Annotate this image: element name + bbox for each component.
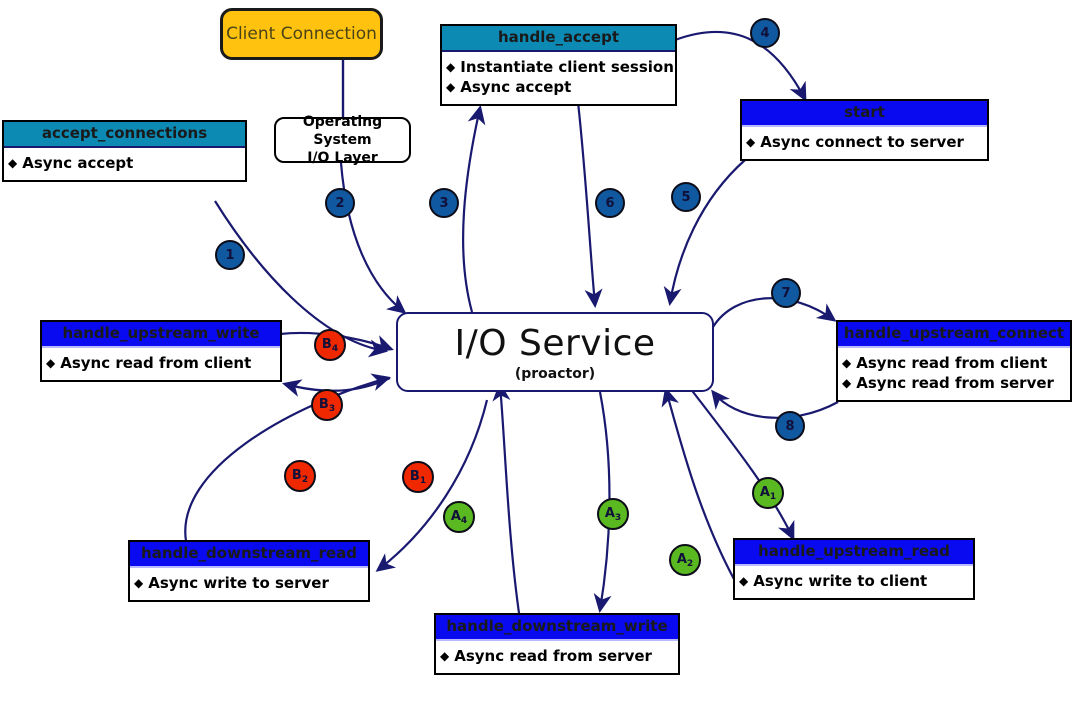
- step-badge-3[interactable]: 3: [429, 188, 459, 218]
- list-item: ◆ Async accept: [8, 154, 134, 172]
- step-badge-b1[interactable]: B1: [402, 461, 434, 493]
- diamond-bullet-icon: ◆: [134, 576, 144, 590]
- operating-system-io-layer-node[interactable]: Operating System I/O Layer: [274, 114, 411, 166]
- handle-upstream-write-title: handle_upstream_write: [42, 322, 280, 348]
- list-item: ◆ Instantiate client session: [446, 58, 674, 76]
- list-item: ◆ Async read from client: [842, 354, 1048, 372]
- handle-downstream-read-title: handle_downstream_read: [130, 542, 368, 568]
- client-connection-node[interactable]: Client Connection: [220, 8, 383, 60]
- start-title: start: [742, 101, 987, 127]
- diamond-bullet-icon: ◆: [446, 60, 456, 74]
- diamond-bullet-icon: ◆: [746, 135, 756, 149]
- handle-accept-items: ◆ Instantiate client session ◆ Async acc…: [442, 52, 675, 104]
- badge-a3-text: A3: [604, 505, 622, 523]
- os-layer-line2: I/O Layer: [307, 150, 378, 166]
- node-handle-upstream-write[interactable]: handle_upstream_write ◆ Async read from …: [40, 320, 282, 382]
- diagram-canvas: Client Connection Operating System I/O L…: [0, 0, 1073, 702]
- handle-upstream-read-title: handle_upstream_read: [735, 540, 973, 566]
- diamond-bullet-icon: ◆: [842, 376, 852, 390]
- accept-connections-title: accept_connections: [4, 122, 245, 148]
- list-item: ◆ Async connect to server: [746, 133, 964, 151]
- list-item: ◆ Async read from client: [46, 354, 252, 372]
- badge-b2-text: B2: [291, 467, 309, 485]
- client-connection-label: Client Connection: [226, 24, 377, 44]
- node-handle-downstream-read[interactable]: handle_downstream_read ◆ Async write to …: [128, 540, 370, 602]
- node-handle-upstream-read[interactable]: handle_upstream_read ◆ Async write to cl…: [733, 538, 975, 600]
- accept-connections-items: ◆ Async accept: [4, 148, 245, 180]
- node-handle-downstream-write[interactable]: handle_downstream_write ◆ Async read fro…: [434, 613, 680, 675]
- step-badge-a1[interactable]: A1: [752, 477, 784, 509]
- list-item: ◆ Async write to client: [739, 572, 928, 590]
- step-badge-a4[interactable]: A4: [443, 501, 475, 533]
- step-badge-b3[interactable]: B3: [311, 389, 343, 421]
- os-layer-line1: Operating System: [302, 114, 383, 148]
- step-badge-b2[interactable]: B2: [284, 460, 316, 492]
- step-badge-4[interactable]: 4: [750, 18, 780, 48]
- node-accept-connections[interactable]: accept_connections ◆ Async accept: [2, 120, 247, 182]
- badge-a2-text: A2: [676, 551, 694, 569]
- edge-2: [339, 162, 407, 314]
- diamond-bullet-icon: ◆: [8, 156, 18, 170]
- io-service-title: I/O Service: [454, 322, 656, 364]
- step-badge-5[interactable]: 5: [671, 182, 701, 212]
- step-badge-a2[interactable]: A2: [669, 544, 701, 576]
- step-badge-2[interactable]: 2: [325, 188, 355, 218]
- diamond-bullet-icon: ◆: [46, 356, 56, 370]
- node-handle-upstream-connect[interactable]: handle_upstream_connect ◆ Async read fro…: [836, 320, 1072, 402]
- handle-upstream-read-items: ◆ Async write to client: [735, 566, 973, 598]
- step-badge-8[interactable]: 8: [775, 411, 805, 441]
- diamond-bullet-icon: ◆: [440, 649, 450, 663]
- badge-b3-text: B3: [318, 396, 336, 414]
- badge-b1-text: B1: [409, 468, 427, 486]
- step-badge-6[interactable]: 6: [595, 188, 625, 218]
- handle-upstream-connect-items: ◆ Async read from client ◆ Async read fr…: [838, 348, 1070, 400]
- list-item: ◆ Async accept: [446, 78, 572, 96]
- start-items: ◆ Async connect to server: [742, 127, 987, 159]
- handle-accept-title: handle_accept: [442, 26, 675, 52]
- io-service-subtitle: (proactor): [514, 365, 596, 382]
- badge-b4-text: B4: [321, 336, 339, 354]
- diamond-bullet-icon: ◆: [739, 574, 749, 588]
- node-handle-accept[interactable]: handle_accept ◆ Instantiate client sessi…: [440, 24, 677, 106]
- step-badge-1[interactable]: 1: [215, 240, 245, 270]
- badge-a1-text: A1: [759, 484, 777, 502]
- list-item: ◆ Async read from server: [842, 374, 1054, 392]
- step-badge-7[interactable]: 7: [771, 278, 801, 308]
- step-badge-b4[interactable]: B4: [314, 329, 346, 361]
- node-start[interactable]: start ◆ Async connect to server: [740, 99, 989, 161]
- io-service-node[interactable]: I/O Service (proactor): [396, 312, 714, 392]
- handle-downstream-write-items: ◆ Async read from server: [436, 641, 678, 673]
- handle-upstream-write-items: ◆ Async read from client: [42, 348, 280, 380]
- diamond-bullet-icon: ◆: [446, 80, 456, 94]
- badge-a4-text: A4: [450, 508, 468, 526]
- handle-upstream-connect-title: handle_upstream_connect: [838, 322, 1070, 348]
- diamond-bullet-icon: ◆: [842, 356, 852, 370]
- list-item: ◆ Async write to server: [134, 574, 329, 592]
- list-item: ◆ Async read from server: [440, 647, 652, 665]
- handle-downstream-write-title: handle_downstream_write: [436, 615, 678, 641]
- step-badge-a3[interactable]: A3: [597, 498, 629, 530]
- handle-downstream-read-items: ◆ Async write to server: [130, 568, 368, 600]
